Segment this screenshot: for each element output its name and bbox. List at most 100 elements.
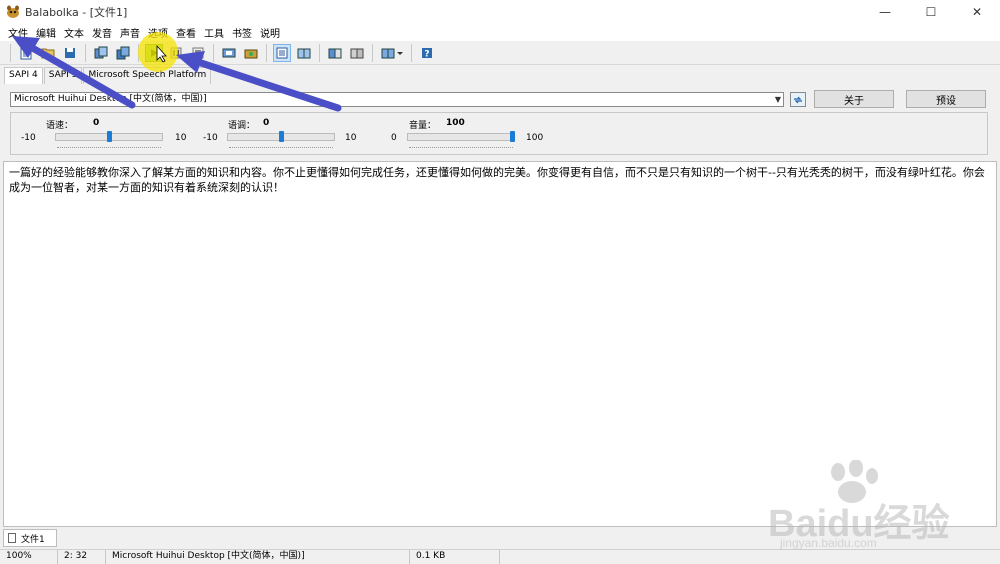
play-icon <box>151 48 158 57</box>
volume-max: 100 <box>526 133 544 143</box>
document-tab-label: 文件1 <box>21 534 45 545</box>
read-clipboard-button[interactable] <box>220 44 238 62</box>
stop-icon <box>192 47 204 58</box>
menu-help[interactable]: 说明 <box>256 25 284 40</box>
toolbar-separator <box>319 43 320 62</box>
minimize-button[interactable]: — <box>862 0 908 24</box>
about-button[interactable]: 关于 <box>814 90 894 108</box>
status-voice: Microsoft Huihui Desktop [中文(简体，中国)] <box>106 549 410 564</box>
rate-max: 10 <box>175 133 187 143</box>
help-button[interactable]: ? <box>418 44 436 62</box>
pitch-slider-thumb[interactable] <box>278 131 284 142</box>
batch-icon <box>116 46 130 59</box>
split-button[interactable] <box>348 44 366 62</box>
split-icon <box>350 48 364 58</box>
status-position: 2: 32 <box>58 549 106 564</box>
new-file-button[interactable] <box>17 44 35 62</box>
toolbar-separator <box>85 43 86 62</box>
menu-tools[interactable]: 工具 <box>200 25 228 40</box>
pitch-value: 0 <box>263 118 270 128</box>
title-bar: Balabolka - [文件1] — ☐ ✕ <box>0 0 1000 24</box>
volume-slider-group: 音量： 100 0 100 <box>391 113 561 156</box>
new-file-icon <box>20 46 32 59</box>
batch-convert-button[interactable] <box>114 44 132 62</box>
convert-icon <box>94 46 108 58</box>
pause-icon <box>170 47 182 58</box>
pronunciation-button[interactable] <box>326 44 344 62</box>
text-window-button[interactable] <box>273 43 291 62</box>
refresh-icon <box>794 96 802 103</box>
volume-slider-thumb[interactable] <box>510 131 515 142</box>
dictionary-button[interactable] <box>295 44 313 62</box>
close-button[interactable]: ✕ <box>954 0 1000 24</box>
save-file-icon <box>65 47 75 58</box>
pitch-slider-ticks <box>229 144 333 148</box>
menu-pronunciation[interactable]: 发音 <box>88 25 116 40</box>
menu-file[interactable]: 文件 <box>4 25 32 40</box>
help-icon: ? <box>422 47 432 59</box>
status-zoom: 100% <box>0 549 58 564</box>
menu-text[interactable]: 文本 <box>60 25 88 40</box>
rate-slider-group: 语速： 0 -10 10 <box>21 113 191 156</box>
menu-voice[interactable]: 声音 <box>116 25 144 40</box>
volume-slider-ticks <box>409 144 513 148</box>
menu-edit[interactable]: 编辑 <box>32 25 60 40</box>
rate-min: -10 <box>21 133 36 143</box>
toolbar-grip <box>10 43 11 62</box>
rate-value: 0 <box>93 118 100 128</box>
pitch-min: -10 <box>203 133 218 143</box>
volume-value: 100 <box>446 118 465 128</box>
menu-bookmarks[interactable]: 书签 <box>228 25 256 40</box>
text-window-icon <box>276 47 288 58</box>
pitch-max: 10 <box>345 133 357 143</box>
document-tab[interactable]: 文件1 <box>3 529 57 547</box>
menu-options[interactable]: 选项 <box>144 25 172 40</box>
status-size: 0.1 KB <box>410 549 500 564</box>
toolbar-separator <box>138 43 139 62</box>
volume-min: 0 <box>391 133 397 143</box>
voice-settings-panel: 语速： 0 -10 10 语调： 0 -10 10 音量： 100 0 100 <box>10 112 988 155</box>
tab-sapi5[interactable]: SAPI 5 <box>43 67 83 84</box>
save-file-button[interactable] <box>61 44 79 62</box>
window-title: Balabolka - [文件1] <box>25 6 128 19</box>
rate-label: 语速： <box>46 121 74 131</box>
volume-label: 音量： <box>409 121 437 131</box>
document-icon <box>8 533 16 543</box>
toolbar-separator <box>266 43 267 62</box>
convert-button[interactable] <box>92 44 110 62</box>
pitch-slider-group: 语调： 0 -10 10 <box>203 113 373 156</box>
dictionary-icon <box>297 48 311 58</box>
rate-slider-thumb[interactable] <box>106 131 112 142</box>
view-dropdown-button[interactable] <box>379 44 405 62</box>
pause-button[interactable] <box>167 44 185 62</box>
toolbar-separator <box>372 43 373 62</box>
engine-tabs: SAPI 4 SAPI 5 Microsoft Speech Platform <box>4 67 212 84</box>
pitch-label: 语调： <box>228 121 256 131</box>
open-file-button[interactable] <box>39 44 57 62</box>
menu-view[interactable]: 查看 <box>172 25 200 40</box>
record-button[interactable] <box>242 44 260 62</box>
chevron-down-icon: ▼ <box>774 95 781 104</box>
tab-speech-platform[interactable]: Microsoft Speech Platform <box>83 67 212 84</box>
stop-button[interactable] <box>189 44 207 62</box>
record-icon <box>244 49 258 58</box>
watermark: Baidu经验 jingyan.baidu.com <box>760 459 990 550</box>
preset-button[interactable]: 预设 <box>906 90 986 108</box>
maximize-button[interactable]: ☐ <box>908 0 954 24</box>
open-file-icon <box>41 48 55 58</box>
rate-slider-ticks <box>57 144 161 148</box>
voice-row: Microsoft Huihui Desktop [中文(简体，中国)] ▼ 关… <box>10 90 990 110</box>
menu-bar: 文件 编辑 文本 发音 声音 选项 查看 工具 书签 说明 <box>0 24 1000 41</box>
tab-sapi4[interactable]: SAPI 4 <box>4 67 43 84</box>
svg-text:?: ? <box>424 49 429 59</box>
volume-slider-track[interactable] <box>407 133 515 141</box>
pronunciation-icon <box>328 48 342 58</box>
refresh-voices-button[interactable] <box>790 92 806 107</box>
read-clipboard-icon <box>222 48 236 57</box>
app-logo-icon <box>7 5 19 18</box>
voice-select-value: Microsoft Huihui Desktop [中文(简体，中国)] <box>14 94 207 104</box>
toolbar-separator <box>411 43 412 62</box>
voice-select[interactable]: Microsoft Huihui Desktop [中文(简体，中国)] ▼ <box>10 92 784 107</box>
play-button[interactable] <box>145 43 163 62</box>
view-icon <box>381 48 403 58</box>
